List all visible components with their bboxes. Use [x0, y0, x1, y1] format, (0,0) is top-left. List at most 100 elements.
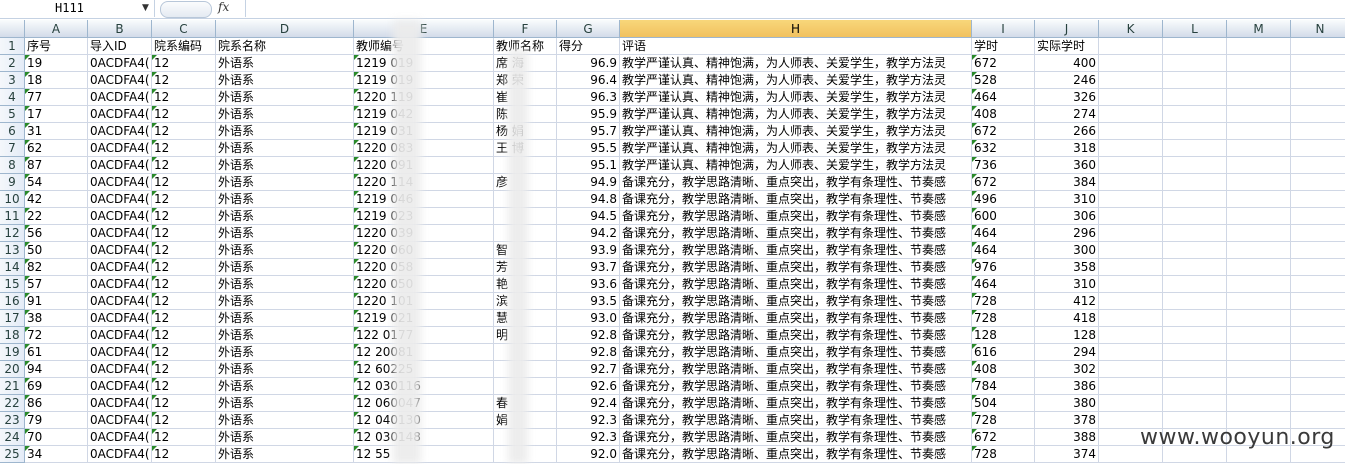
table-cell[interactable]: 79: [25, 412, 88, 429]
table-cell[interactable]: [1099, 55, 1163, 72]
table-cell[interactable]: 54: [25, 174, 88, 191]
table-cell[interactable]: 12: [152, 361, 216, 378]
table-cell[interactable]: 784: [972, 378, 1035, 395]
table-cell[interactable]: 外语系: [216, 140, 354, 157]
row-header[interactable]: 18: [0, 327, 25, 344]
table-cell[interactable]: 378: [1035, 412, 1099, 429]
table-cell[interactable]: 备课充分，教学思路清晰、重点突出，教学有条理性、节奏感: [620, 191, 972, 208]
table-cell[interactable]: 备课充分，教学思路清晰、重点突出，教学有条理性、节奏感: [620, 395, 972, 412]
table-cell[interactable]: [1291, 242, 1345, 259]
row-header[interactable]: 17: [0, 310, 25, 327]
row-header[interactable]: 1: [0, 38, 25, 55]
header-cell[interactable]: 得分: [557, 38, 620, 55]
table-cell[interactable]: 94: [25, 361, 88, 378]
table-cell[interactable]: [1163, 242, 1227, 259]
row-header[interactable]: 20: [0, 361, 25, 378]
table-cell[interactable]: 外语系: [216, 344, 354, 361]
table-cell[interactable]: [1291, 276, 1345, 293]
row-header[interactable]: 11: [0, 208, 25, 225]
table-cell[interactable]: 外语系: [216, 123, 354, 140]
table-cell[interactable]: 0ACDFA4(: [88, 395, 152, 412]
table-cell[interactable]: [1099, 242, 1163, 259]
table-cell[interactable]: 备课充分，教学思路清晰、重点突出，教学有条理性、节奏感: [620, 344, 972, 361]
table-cell[interactable]: 0ACDFA4(: [88, 191, 152, 208]
table-cell[interactable]: 1220 119: [354, 89, 494, 106]
table-cell[interactable]: 70: [25, 429, 88, 446]
table-cell[interactable]: 12 040130: [354, 412, 494, 429]
table-cell[interactable]: 92.8: [557, 327, 620, 344]
table-cell[interactable]: 728: [972, 310, 1035, 327]
table-cell[interactable]: 94.8: [557, 191, 620, 208]
table-cell[interactable]: 外语系: [216, 446, 354, 463]
table-cell[interactable]: [1227, 174, 1291, 191]
table-cell[interactable]: 备课充分，教学思路清晰、重点突出，教学有条理性、节奏感: [620, 412, 972, 429]
table-cell[interactable]: 教学严谨认真、精神饱满，为人师表、关爱学生，教学方法灵: [620, 72, 972, 89]
table-cell[interactable]: [1099, 259, 1163, 276]
table-cell[interactable]: [1099, 123, 1163, 140]
table-cell[interactable]: [1227, 259, 1291, 276]
table-cell[interactable]: [1099, 191, 1163, 208]
table-cell[interactable]: [1163, 361, 1227, 378]
table-cell[interactable]: 528: [972, 72, 1035, 89]
row-header[interactable]: 15: [0, 276, 25, 293]
table-cell[interactable]: 12: [152, 378, 216, 395]
row-header[interactable]: 16: [0, 293, 25, 310]
chevron-down-icon[interactable]: ▼: [142, 3, 149, 13]
row-header[interactable]: 22: [0, 395, 25, 412]
table-cell[interactable]: 384: [1035, 174, 1099, 191]
table-cell[interactable]: 12: [152, 344, 216, 361]
table-cell[interactable]: 12: [152, 259, 216, 276]
table-cell[interactable]: 12: [152, 208, 216, 225]
table-cell[interactable]: 1220 039: [354, 225, 494, 242]
table-cell[interactable]: [1163, 72, 1227, 89]
row-header[interactable]: 8: [0, 157, 25, 174]
table-cell[interactable]: 1220 091: [354, 157, 494, 174]
row-header[interactable]: 2: [0, 55, 25, 72]
header-cell[interactable]: 序号: [25, 38, 88, 55]
table-cell[interactable]: 备课充分，教学思路清晰、重点突出，教学有条理性、节奏感: [620, 327, 972, 344]
table-cell[interactable]: 736: [972, 157, 1035, 174]
table-cell[interactable]: 12: [152, 140, 216, 157]
header-cell[interactable]: [1163, 38, 1227, 55]
table-cell[interactable]: 728: [972, 412, 1035, 429]
table-cell[interactable]: 672: [972, 429, 1035, 446]
table-cell[interactable]: 12: [152, 55, 216, 72]
table-cell[interactable]: 18: [25, 72, 88, 89]
table-cell[interactable]: [1227, 276, 1291, 293]
table-cell[interactable]: 94.2: [557, 225, 620, 242]
table-cell[interactable]: 464: [972, 89, 1035, 106]
table-cell[interactable]: 38: [25, 310, 88, 327]
table-cell[interactable]: 12: [152, 89, 216, 106]
table-cell[interactable]: 备课充分，教学思路清晰、重点突出，教学有条理性、节奏感: [620, 208, 972, 225]
table-cell[interactable]: 0ACDFA4(: [88, 140, 152, 157]
table-cell[interactable]: 12: [152, 106, 216, 123]
table-cell[interactable]: 360: [1035, 157, 1099, 174]
table-cell[interactable]: 976: [972, 259, 1035, 276]
column-header-c[interactable]: C: [152, 20, 216, 38]
table-cell[interactable]: [1291, 327, 1345, 344]
table-cell[interactable]: 310: [1035, 276, 1099, 293]
column-header-b[interactable]: B: [88, 20, 152, 38]
table-cell[interactable]: 12: [152, 72, 216, 89]
table-cell[interactable]: 外语系: [216, 208, 354, 225]
row-header[interactable]: 19: [0, 344, 25, 361]
table-cell[interactable]: 92.3: [557, 412, 620, 429]
table-cell[interactable]: 0ACDFA4(: [88, 446, 152, 463]
table-cell[interactable]: 外语系: [216, 259, 354, 276]
table-cell[interactable]: [1163, 259, 1227, 276]
table-cell[interactable]: [1163, 89, 1227, 106]
table-cell[interactable]: 1220 060: [354, 242, 494, 259]
table-cell[interactable]: 备课充分，教学思路清晰、重点突出，教学有条理性、节奏感: [620, 293, 972, 310]
table-cell[interactable]: 12: [152, 157, 216, 174]
table-cell[interactable]: 1219 023: [354, 208, 494, 225]
table-cell[interactable]: 备课充分，教学思路清晰、重点突出，教学有条理性、节奏感: [620, 446, 972, 463]
table-cell[interactable]: 95.9: [557, 106, 620, 123]
table-cell[interactable]: 外语系: [216, 429, 354, 446]
table-cell[interactable]: 1220 058: [354, 259, 494, 276]
table-cell[interactable]: 外语系: [216, 242, 354, 259]
table-cell[interactable]: 92.7: [557, 361, 620, 378]
table-cell[interactable]: 0ACDFA4(: [88, 412, 152, 429]
table-cell[interactable]: 外语系: [216, 72, 354, 89]
table-cell[interactable]: 19: [25, 55, 88, 72]
header-cell[interactable]: [1291, 38, 1345, 55]
